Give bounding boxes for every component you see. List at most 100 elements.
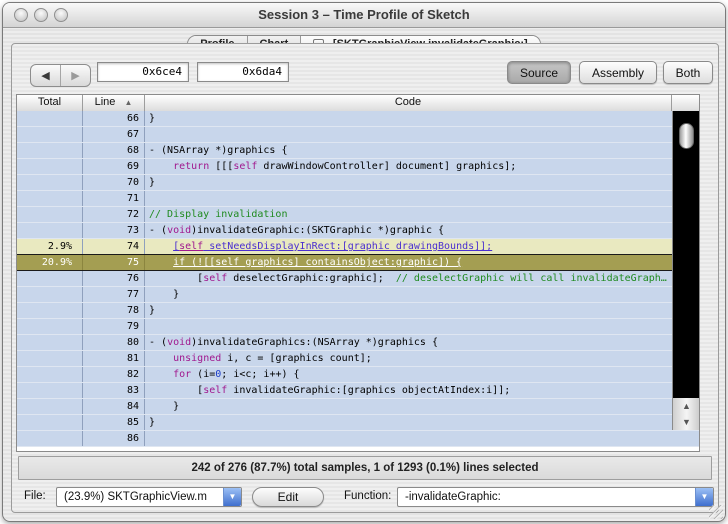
function-popup[interactable]: -invalidateGraphic: ▼: [397, 487, 714, 507]
code-cell: - (void)invalidateGraphic:(SKTGraphic *)…: [149, 225, 445, 236]
column-header-spacer: [672, 95, 699, 111]
code-cell: if (![[self graphics] containsObject:gra…: [173, 257, 463, 268]
total-cell: [17, 319, 83, 334]
column-label: Line: [94, 96, 116, 108]
scroll-down-icon[interactable]: ▼: [673, 414, 699, 430]
scroll-up-icon[interactable]: ▲: [673, 398, 699, 414]
line-number-cell: 78: [83, 303, 145, 318]
total-cell: [17, 399, 83, 414]
code-cell: }: [149, 289, 180, 300]
function-popup-value: -invalidateGraphic:: [405, 491, 501, 503]
file-popup[interactable]: (23.9%) SKTGraphicView.m ▼: [56, 487, 242, 507]
code-cell: return [[[self drawWindowController] doc…: [173, 161, 517, 172]
table-row[interactable]: 66}: [17, 111, 699, 127]
total-cell: [17, 335, 83, 350]
table-row[interactable]: 77 }: [17, 287, 699, 303]
table-row[interactable]: 71: [17, 191, 699, 207]
table-row[interactable]: 67: [17, 127, 699, 143]
line-number-cell: 74: [83, 239, 145, 254]
line-number-cell: 81: [83, 351, 145, 366]
table-row[interactable]: 78}: [17, 303, 699, 319]
table-row[interactable]: 20.9% 75 if (![[self graphics] containsOb…: [17, 254, 699, 271]
table-row[interactable]: 79: [17, 319, 699, 335]
source-view-button[interactable]: Source: [507, 61, 571, 84]
total-cell: [17, 191, 83, 206]
code-cell: - (NSArray *)graphics {: [149, 145, 288, 156]
resize-grip[interactable]: [709, 505, 723, 519]
line-number-cell: 79: [83, 319, 145, 334]
total-cell: [17, 143, 83, 158]
total-cell: [17, 367, 83, 382]
table-row[interactable]: 2.9% 74 [self setNeedsDisplayInRect:[grap…: [17, 239, 699, 255]
code-cell: [self deselectGraphic:graphic]; // desel…: [149, 273, 667, 284]
button-label: Edit: [277, 490, 299, 504]
line-number-cell: 75: [83, 255, 145, 270]
table-row[interactable]: 84 }: [17, 399, 699, 415]
button-label: Assembly: [591, 65, 644, 80]
column-header-line[interactable]: Line ▲: [83, 95, 145, 111]
table-row[interactable]: 82 for (i=0; i<c; i++) {: [17, 367, 699, 383]
title-bar[interactable]: Session 3 – Time Profile of Sketch: [3, 3, 725, 28]
code-cell: }: [149, 177, 156, 188]
line-number-cell: 80: [83, 335, 145, 350]
total-cell: [17, 223, 83, 238]
table-row[interactable]: 85}: [17, 415, 699, 431]
table-row[interactable]: 81 unsigned i, c = [graphics count];: [17, 351, 699, 367]
app-window: Session 3 – Time Profile of Sketch Profi…: [2, 2, 726, 522]
total-cell: [17, 351, 83, 366]
status-bar: 242 of 276 (87.7%) total samples, 1 of 1…: [18, 456, 712, 480]
line-number-cell: 73: [83, 223, 145, 238]
code-cell: - (void)invalidateGraphics:(NSArray *)gr…: [149, 337, 438, 348]
line-number-cell: 68: [83, 143, 145, 158]
back-arrow-icon: ◀: [41, 70, 50, 82]
vertical-scrollbar-thumb[interactable]: [679, 123, 694, 149]
table-row[interactable]: 73 - (void)invalidateGraphic:(SKTGraphic …: [17, 223, 699, 239]
table-row[interactable]: 69 return [[[self drawWindowController] …: [17, 159, 699, 175]
total-cell: [17, 271, 83, 286]
total-cell: [17, 175, 83, 190]
table-row[interactable]: 76 [self deselectGraphic:graphic]; // de…: [17, 271, 699, 287]
column-header-code[interactable]: Code: [145, 95, 672, 111]
table-row[interactable]: 83 [self invalidateGraphic:[graphics obj…: [17, 383, 699, 399]
table-row[interactable]: 72 // Display invalidation: [17, 207, 699, 223]
function-label: Function:: [344, 490, 392, 502]
file-popup-value: (23.9%) SKTGraphicView.m: [64, 491, 207, 503]
line-number-cell: 69: [83, 159, 145, 174]
total-cell: [17, 415, 83, 430]
edit-button[interactable]: Edit: [252, 487, 324, 507]
code-rows: 66} 67 68 - (NSArray *)graphics { 69 return …: [17, 111, 699, 447]
code-cell: [145, 319, 672, 334]
popup-arrow-icon[interactable]: ▼: [223, 488, 241, 506]
total-cell: [17, 431, 83, 446]
code-cell: }: [149, 305, 156, 316]
history-nav-buttons[interactable]: ◀ ▶: [30, 64, 91, 87]
end-address-field[interactable]: [197, 62, 289, 82]
column-header-total[interactable]: Total: [17, 95, 83, 111]
code-cell: }: [149, 401, 180, 412]
line-number-cell: 77: [83, 287, 145, 302]
line-number-cell: 82: [83, 367, 145, 382]
table-row[interactable]: 86: [17, 431, 699, 447]
both-view-button[interactable]: Both: [663, 61, 713, 84]
button-label: Source: [519, 65, 559, 80]
forward-button[interactable]: ▶: [61, 65, 90, 86]
table-row[interactable]: 80 - (void)invalidateGraphics:(NSArray *)…: [17, 335, 699, 351]
line-number-cell: 72: [83, 207, 145, 222]
total-cell: [17, 383, 83, 398]
start-address-field[interactable]: [97, 62, 189, 82]
code-cell: }: [149, 113, 156, 124]
vertical-scrollbar-track[interactable]: [672, 111, 699, 398]
table-row[interactable]: 68 - (NSArray *)graphics {: [17, 143, 699, 159]
total-cell: [17, 111, 83, 126]
back-button[interactable]: ◀: [31, 65, 61, 86]
code-cell: [145, 127, 672, 142]
assembly-view-button[interactable]: Assembly: [579, 61, 657, 84]
forward-arrow-icon: ▶: [71, 70, 80, 82]
table-row[interactable]: 70}: [17, 175, 699, 191]
total-cell: 20.9%: [17, 255, 83, 270]
popup-arrow-icon[interactable]: ▼: [695, 488, 713, 506]
total-cell: 2.9%: [17, 239, 83, 254]
line-number-cell: 86: [83, 431, 145, 446]
total-cell: [17, 287, 83, 302]
code-table: Total Line ▲ Code 66} 67 68 - (NSArray *)gr…: [16, 94, 700, 452]
